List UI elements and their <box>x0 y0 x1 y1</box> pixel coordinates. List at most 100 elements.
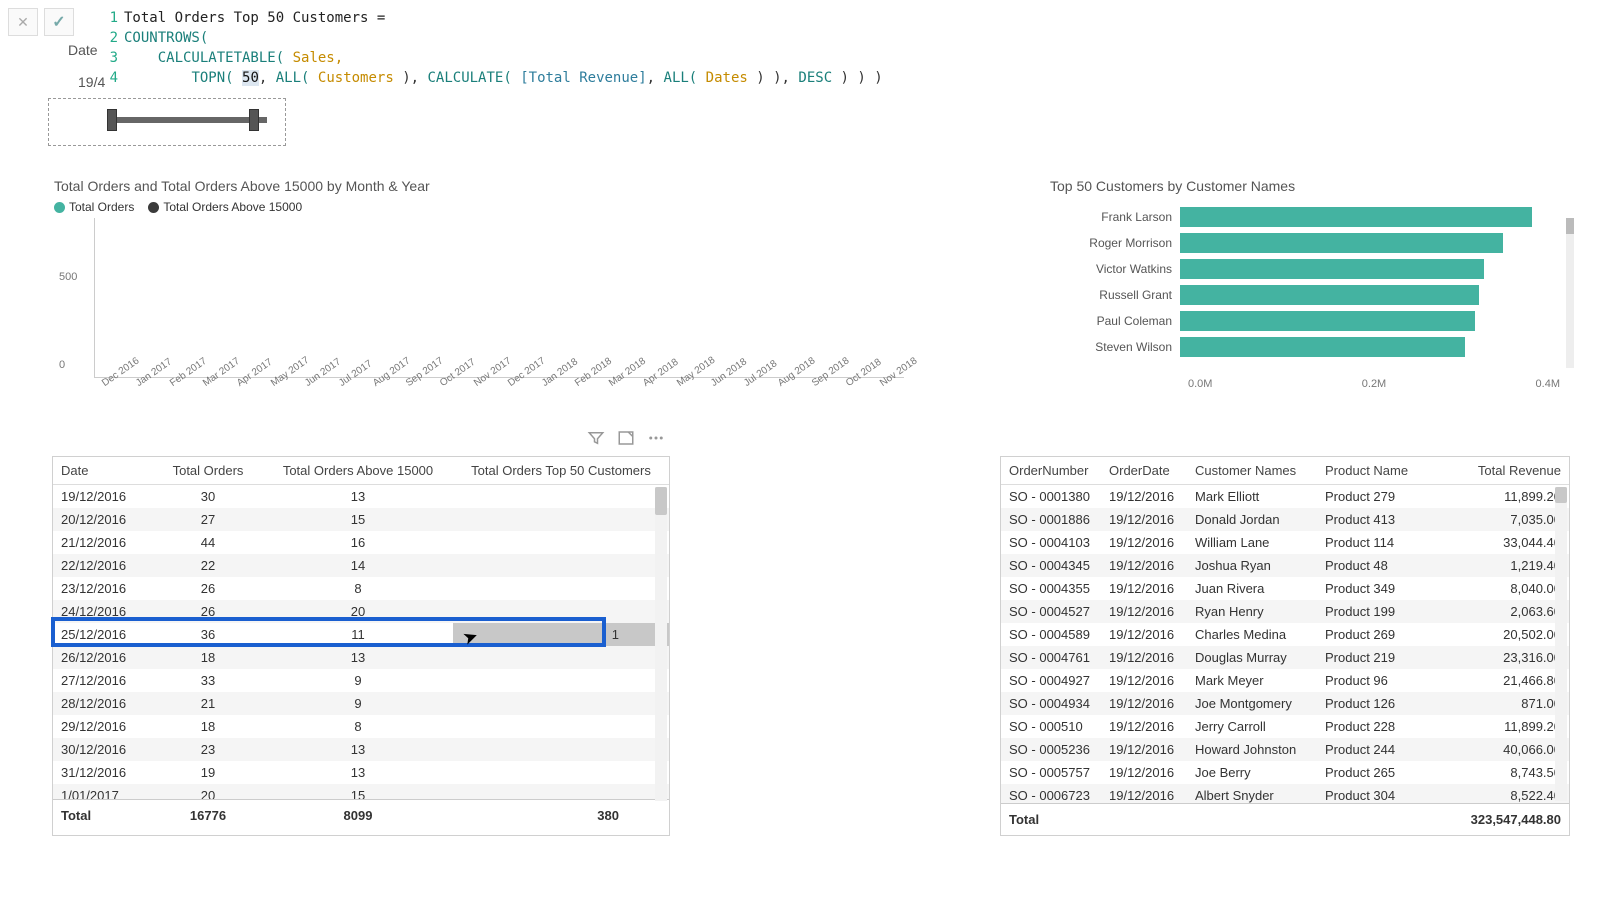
table-row[interactable]: SO - 000476119/12/2016Douglas MurrayProd… <box>1001 646 1569 669</box>
th-customer[interactable]: Customer Names <box>1187 457 1317 485</box>
table-row[interactable]: SO - 000575719/12/2016Joe BerryProduct 2… <box>1001 761 1569 784</box>
table-row[interactable]: 24/12/20162620 <box>53 600 669 623</box>
th-ordernum[interactable]: OrderNumber <box>1001 457 1101 485</box>
formula-bar: Date 19/4 1Total Orders Top 50 Customers… <box>2 2 1598 96</box>
table-row[interactable]: 30/12/20162313 <box>53 738 669 761</box>
cell-customer: Mark Elliott <box>1187 485 1317 508</box>
table-row[interactable]: SO - 000672319/12/2016Albert SnyderProdu… <box>1001 784 1569 803</box>
hbar-scroll-thumb[interactable] <box>1566 218 1574 234</box>
hbar[interactable] <box>1180 259 1484 279</box>
th-top50[interactable]: Total Orders Top 50 Customers <box>453 457 669 485</box>
th-revenue[interactable]: Total Revenue <box>1417 457 1569 485</box>
hbar-row[interactable]: Roger Morrison <box>1050 230 1560 256</box>
hbar-row[interactable]: Frank Larson <box>1050 204 1560 230</box>
th-above-15000[interactable]: Total Orders Above 15000 <box>263 457 453 485</box>
more-options-icon[interactable] <box>647 429 665 447</box>
slider-track[interactable] <box>109 117 267 123</box>
cell-date: 30/12/2016 <box>53 738 153 761</box>
hbar-row[interactable]: Russell Grant <box>1050 282 1560 308</box>
formula-accept-button[interactable] <box>44 8 74 36</box>
table-row[interactable]: SO - 000138019/12/2016Mark ElliottProduc… <box>1001 485 1569 508</box>
cell-above: 13 <box>263 761 453 784</box>
table-row[interactable]: SO - 00051019/12/2016Jerry CarrollProduc… <box>1001 715 1569 738</box>
cell-customer: William Lane <box>1187 531 1317 554</box>
table-row[interactable]: SO - 000434519/12/2016Joshua RyanProduct… <box>1001 554 1569 577</box>
orders-scrollbar[interactable] <box>655 487 667 801</box>
hbar[interactable] <box>1180 285 1479 305</box>
ytick: 500 <box>59 271 77 283</box>
table-row[interactable]: 31/12/20161913 <box>53 761 669 784</box>
hbar[interactable] <box>1180 207 1532 227</box>
table-row[interactable]: SO - 000492719/12/2016Mark MeyerProduct … <box>1001 669 1569 692</box>
cell-customer: Douglas Murray <box>1187 646 1317 669</box>
th-orderdate[interactable]: OrderDate <box>1101 457 1187 485</box>
table-row[interactable]: 28/12/2016219 <box>53 692 669 715</box>
column-plot-area[interactable]: 0500 <box>94 218 904 378</box>
cell-orders: 26 <box>153 600 263 623</box>
cell-top50 <box>453 600 669 623</box>
orders-table-body[interactable]: 19/12/2016301320/12/2016271521/12/201644… <box>53 485 669 799</box>
sales-table-body[interactable]: SO - 0001380 19/12/2016 Mark Elliott Produc… <box>1001 485 1569 803</box>
table-row[interactable]: 22/12/20162214 <box>53 554 669 577</box>
column-chart[interactable]: Total Orders and Total Orders Above 1500… <box>54 178 904 408</box>
cell-ordernum: SO - 0004927 <box>1001 669 1101 692</box>
table-row[interactable]: SO - 000452719/12/2016Ryan HenryProduct … <box>1001 600 1569 623</box>
table-row[interactable]: 23/12/2016268 <box>53 577 669 600</box>
hbar-label: Victor Watkins <box>1050 262 1180 276</box>
th-total-orders[interactable]: Total Orders <box>153 457 263 485</box>
cell-revenue: 1,219.40 <box>1417 554 1569 577</box>
cell-orders: 33 <box>153 669 263 692</box>
formula-cancel-button[interactable] <box>8 8 38 36</box>
cell-ordernum: SO - 0004934 <box>1001 692 1101 715</box>
hbar-scrollbar[interactable] <box>1566 218 1574 368</box>
table-row[interactable]: 20/12/20162715 <box>53 508 669 531</box>
hbar-row[interactable]: Victor Watkins <box>1050 256 1560 282</box>
orders-table-visual[interactable]: Date Total Orders Total Orders Above 150… <box>52 456 670 836</box>
hbar-plot-area[interactable]: Frank Larson Roger Morrison Victor Watkins… <box>1050 204 1560 374</box>
hbar[interactable] <box>1180 233 1503 253</box>
table-row[interactable]: 26/12/20161813 <box>53 646 669 669</box>
table-row[interactable]: SO - 000523619/12/2016Howard JohnstonPro… <box>1001 738 1569 761</box>
cell-orderdate: 19/12/2016 <box>1101 623 1187 646</box>
table-row[interactable]: SO - 000435519/12/2016Juan RiveraProduct… <box>1001 577 1569 600</box>
table-row[interactable]: 29/12/2016188 <box>53 715 669 738</box>
table-row[interactable]: 25/12/201636111 <box>53 623 669 646</box>
cell-top50 <box>453 485 669 508</box>
filter-icon[interactable] <box>587 429 605 447</box>
hbar-row[interactable]: Paul Coleman <box>1050 308 1560 334</box>
date-range-slicer[interactable] <box>48 98 286 146</box>
table-row[interactable]: SO - 000188619/12/2016Donald JordanProdu… <box>1001 508 1569 531</box>
sales-table-visual[interactable]: OrderNumber OrderDate Customer Names Pro… <box>1000 456 1570 836</box>
cell-top50 <box>453 692 669 715</box>
cell-date: 29/12/2016 <box>53 715 153 738</box>
th-product[interactable]: Product Name <box>1317 457 1417 485</box>
table-row[interactable]: SO - 000458919/12/2016Charles MedinaProd… <box>1001 623 1569 646</box>
table-row[interactable]: 21/12/20164416 <box>53 531 669 554</box>
table-row[interactable]: SO - 000493419/12/2016Joe MontgomeryProd… <box>1001 692 1569 715</box>
th-date[interactable]: Date <box>53 457 153 485</box>
table-row[interactable]: SO - 000410319/12/2016William LaneProduc… <box>1001 531 1569 554</box>
chart-legend: Total Orders Total Orders Above 15000 <box>54 200 904 214</box>
cell-customer: Albert Snyder <box>1187 784 1317 803</box>
cell-above: 13 <box>263 646 453 669</box>
orders-scroll-thumb[interactable] <box>655 487 667 515</box>
table-row[interactable]: 27/12/2016339 <box>53 669 669 692</box>
formula-editor[interactable]: 1Total Orders Top 50 Customers = 2COUNTR… <box>98 6 1590 90</box>
hbar-row[interactable]: Steven Wilson <box>1050 334 1560 360</box>
sales-scroll-thumb[interactable] <box>1555 487 1567 503</box>
hbar[interactable] <box>1180 311 1475 331</box>
cell-ordernum: SO - 0001380 <box>1001 485 1101 508</box>
table-row[interactable]: 19/12/20163013 <box>53 485 669 508</box>
slider-handle-max[interactable] <box>249 109 259 131</box>
cell-product: Product 126 <box>1317 692 1417 715</box>
cell-top50 <box>453 508 669 531</box>
focus-mode-icon[interactable] <box>617 429 635 447</box>
hbar[interactable] <box>1180 337 1465 357</box>
slider-handle-min[interactable] <box>107 109 117 131</box>
sales-scrollbar[interactable] <box>1555 487 1567 801</box>
hbar-label: Frank Larson <box>1050 210 1180 224</box>
cell-date: 27/12/2016 <box>53 669 153 692</box>
table-row[interactable]: 1/01/20172015 <box>53 784 669 799</box>
cell-top50: 1 <box>453 623 669 646</box>
top50-bar-chart[interactable]: Top 50 Customers by Customer Names Frank… <box>1050 178 1560 408</box>
